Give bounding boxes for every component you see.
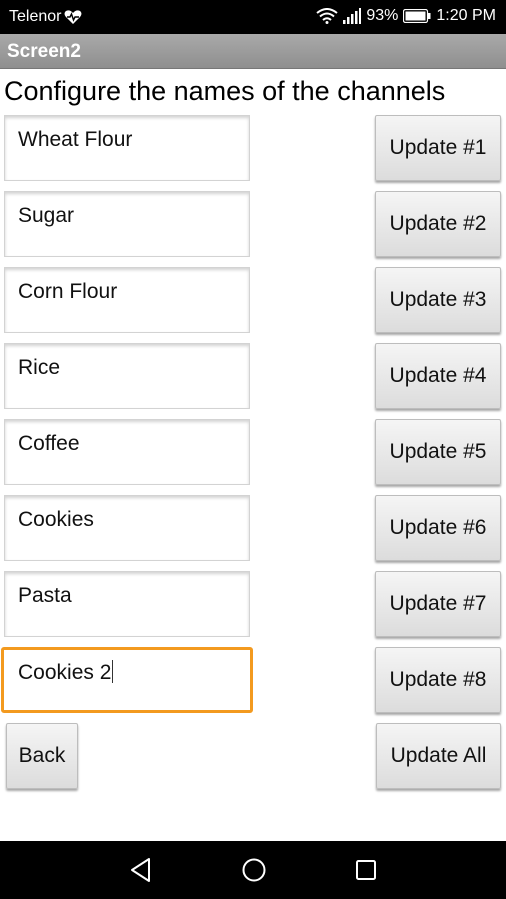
- channel-name-value: Cookies: [18, 508, 94, 531]
- heart-pulse-icon: [64, 9, 82, 25]
- channel-name-field-5[interactable]: Coffee: [4, 419, 250, 485]
- update-button-2[interactable]: Update #2: [375, 191, 501, 257]
- channel-name-value: Cookies 2: [18, 660, 114, 685]
- title-bar: Screen2: [0, 34, 506, 69]
- update-button-6[interactable]: Update #6: [375, 495, 501, 561]
- signal-icon: [343, 8, 362, 24]
- channel-name-field-8[interactable]: Cookies 2: [1, 647, 253, 713]
- nav-recents-icon[interactable]: [354, 857, 378, 888]
- nav-home-icon[interactable]: [241, 857, 267, 888]
- channel-name-value: Rice: [18, 356, 61, 379]
- navigation-bar: [0, 841, 506, 899]
- channel-name-field-2[interactable]: Sugar: [4, 191, 250, 257]
- channel-name-field-7[interactable]: Pasta: [4, 571, 250, 637]
- update-button-1[interactable]: Update #1: [375, 115, 501, 181]
- nav-back-icon[interactable]: [129, 857, 153, 888]
- update-button-8[interactable]: Update #8: [375, 647, 501, 713]
- channel-name-value: Sugar: [18, 204, 75, 227]
- channel-name-field-1[interactable]: Wheat Flour: [4, 115, 250, 181]
- channel-name-field-4[interactable]: Rice: [4, 343, 250, 409]
- status-bar: Telenor 93% 1:20 PM: [0, 0, 506, 34]
- text-caret: [112, 660, 114, 683]
- page-heading: Configure the names of the channels: [4, 76, 446, 106]
- update-button-3[interactable]: Update #3: [375, 267, 501, 333]
- status-icons: 93% 1:20 PM: [316, 7, 496, 25]
- channel-name-value: Wheat Flour: [18, 128, 133, 151]
- battery-icon: [403, 9, 431, 23]
- update-all-button[interactable]: Update All: [376, 723, 501, 789]
- channel-name-field-6[interactable]: Cookies: [4, 495, 250, 561]
- back-button[interactable]: Back: [6, 723, 78, 789]
- channel-name-value: Pasta: [18, 584, 72, 607]
- channel-name-value: Coffee: [18, 432, 80, 455]
- battery-percent: 93%: [366, 7, 399, 24]
- clock: 1:20 PM: [436, 7, 496, 24]
- update-button-5[interactable]: Update #5: [375, 419, 501, 485]
- wifi-icon: [316, 8, 338, 24]
- screen-title: Screen2: [7, 41, 81, 62]
- update-button-7[interactable]: Update #7: [375, 571, 501, 637]
- carrier-name: Telenor: [9, 8, 62, 25]
- channel-name-value: Corn Flour: [18, 280, 118, 303]
- channel-name-text: Cookies 2: [18, 661, 112, 684]
- channel-name-field-3[interactable]: Corn Flour: [4, 267, 250, 333]
- carrier-group: Telenor: [9, 8, 82, 26]
- update-button-4[interactable]: Update #4: [375, 343, 501, 409]
